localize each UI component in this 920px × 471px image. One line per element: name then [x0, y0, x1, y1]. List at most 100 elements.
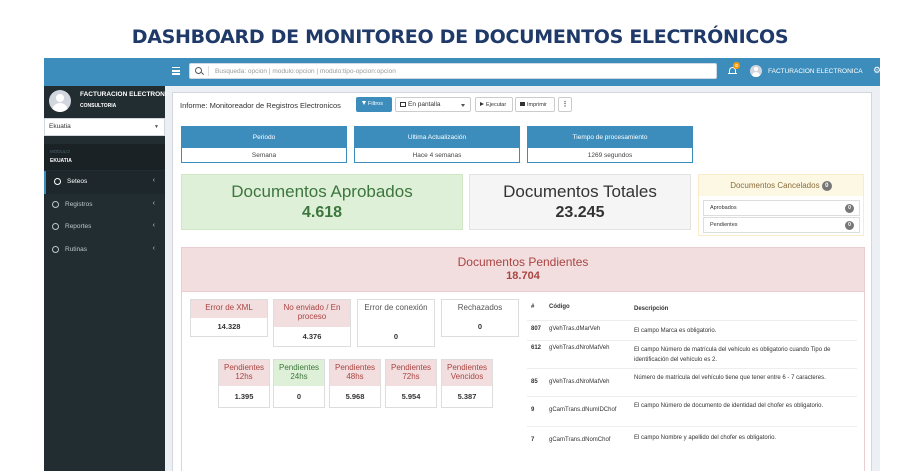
kpi-title: Documentos Aprobados — [231, 182, 413, 201]
pending-header: Documentos Pendientes 18.704 — [182, 248, 864, 292]
age-value: 0 — [296, 392, 302, 401]
print-label: Imprimir — [527, 102, 547, 108]
kpi-title: Documentos Totales — [503, 182, 657, 201]
menu-toggle-icon[interactable] — [172, 67, 180, 75]
search-box — [189, 63, 717, 79]
age-label: Pendientes 24hs — [274, 360, 324, 386]
age-value: 1.395 — [234, 392, 254, 401]
age-label: Pendientes 12hs — [219, 360, 269, 386]
sidebar-item-label: Seteos — [67, 178, 88, 185]
age-label: Pendientes Vencidos — [442, 360, 492, 386]
table-row: 7 gCamTrans.dNomChof El campo Nombre y a… — [527, 426, 857, 446]
table-row: 807 gVehTras.dMarVeh El campo Marca es o… — [527, 320, 857, 340]
status-label: Rechazados — [442, 300, 518, 318]
chevron-left-icon: ‹ — [152, 222, 155, 229]
module-label: MODULO — [50, 149, 70, 154]
kpi-value: 4.618 — [301, 204, 343, 221]
status-error-xml: Error de XML 14.328 — [190, 299, 268, 337]
row-code: gVehTras.dNroMatVeh — [549, 345, 610, 351]
age-label: Pendientes 48hs — [330, 360, 380, 386]
gear-icon[interactable]: ⚙ — [873, 65, 880, 76]
sidebar-module: MODULO EKUATIA — [44, 144, 165, 170]
age-value: 5.387 — [457, 392, 477, 401]
company-select-value: Ekuatia — [49, 123, 71, 130]
notification-badge: 0 — [733, 62, 740, 69]
info-value: Hace 4 semanas — [412, 152, 462, 159]
sidebar-item-reportes[interactable]: Reportes ‹ — [44, 216, 165, 239]
search-divider — [208, 66, 209, 76]
row-code: gCamTrans.dNomChof — [549, 437, 611, 443]
status-value: 0 — [477, 322, 483, 331]
chevron-down-icon: ▼ — [154, 124, 159, 130]
avatar — [49, 90, 71, 112]
sidebar: FACTURACION ELECTRONI CONSULTORIA Ekuati… — [44, 58, 167, 471]
info-value: Semana — [251, 152, 277, 159]
status-value: 4.376 — [302, 332, 322, 341]
pending-title: Documentos Pendientes — [457, 255, 589, 269]
row-count: 85 — [531, 379, 538, 385]
circle-icon — [52, 223, 59, 230]
status-label: No enviado / En proceso — [274, 300, 350, 327]
top-header: 0 FACTURACION ELECTRONICA ⚙ — [165, 58, 880, 86]
cancelled-row-badge: 0 — [845, 221, 854, 230]
status-no-enviado: No enviado / En proceso 4.376 — [273, 299, 351, 347]
sidebar-item-rutinas[interactable]: Rutinas ‹ — [44, 239, 165, 262]
company-select[interactable]: Ekuatia ▼ — [44, 118, 165, 136]
run-button[interactable]: Ejecutar — [475, 97, 513, 112]
sidebar-item-seteos[interactable]: Seteos ‹ — [44, 171, 165, 194]
display-select-value: En pantalla — [408, 101, 441, 108]
cancelled-badge: 0 — [821, 181, 832, 191]
header-number: # — [531, 304, 535, 310]
filter-icon — [362, 101, 366, 105]
search-input[interactable] — [215, 65, 710, 77]
circle-icon — [54, 178, 61, 185]
age-pendientes-12hs: Pendientes 12hs 1.395 — [218, 359, 270, 408]
cancelled-row-pendientes: Pendientes 0 — [703, 217, 860, 233]
search-icon[interactable] — [195, 67, 202, 74]
page-title: DASHBOARD DE MONITOREO DE DOCUMENTOS ELE… — [131, 26, 789, 48]
chevron-left-icon: ‹ — [152, 200, 155, 207]
module-value: EKUATIA — [50, 158, 72, 164]
cancelled-row-badge: 0 — [845, 204, 854, 213]
row-description: Número de matrícula del vehículo tiene q… — [634, 375, 826, 381]
info-ultima-actualizacion: Ultima Actualización Hace 4 semanas — [354, 126, 520, 163]
kpi-cancelled: Documentos Cancelados 0 Aprobados 0 Pend… — [698, 174, 864, 236]
age-value: 5.954 — [401, 392, 421, 401]
chevron-left-icon: ‹ — [152, 245, 155, 252]
play-icon — [480, 102, 484, 106]
sidebar-item-label: Rutinas — [65, 246, 88, 253]
user-avatar[interactable] — [750, 65, 762, 77]
age-pendientes-72hs: Pendientes 72hs 5.954 — [385, 359, 437, 408]
table-row: 612 gVehTras.dNroMatVeh El campo Número … — [527, 340, 857, 368]
cancelled-title: Documentos Cancelados — [730, 181, 820, 190]
row-description: El campo Número de documento de identida… — [634, 403, 824, 409]
run-label: Ejecutar — [486, 102, 507, 108]
status-error-conexion: Error de conexión 0 — [357, 299, 435, 347]
user-menu[interactable]: FACTURACION ELECTRONICA — [768, 68, 863, 75]
row-code: gVehTras.dNroMatVeh — [549, 379, 610, 385]
cancelled-row-label: Aprobados — [710, 205, 737, 211]
info-tiempo-procesamiento: Tiempo de procesamiento 1269 segundos — [527, 126, 693, 163]
status-label: Error de XML — [191, 300, 267, 318]
kpi-value: 23.245 — [555, 204, 605, 221]
row-description: El campo Número de matrícula del vehícul… — [634, 347, 831, 363]
info-periodo: Periodo Semana — [181, 126, 347, 163]
monitor-icon — [400, 102, 406, 107]
age-pendientes-24hs: Pendientes 24hs 0 — [273, 359, 325, 408]
row-code: gCamTrans.dNumIDChof — [549, 407, 617, 413]
kpi-total: Documentos Totales 23.245 — [469, 174, 691, 230]
display-select[interactable]: En pantalla — [395, 97, 471, 112]
cancelled-row-aprobados: Aprobados 0 — [703, 200, 860, 216]
more-options-icon[interactable]: ⋮ — [558, 97, 572, 112]
info-title: Ultima Actualización — [355, 127, 519, 148]
sidebar-item-registros[interactable]: Registros ‹ — [44, 194, 165, 217]
info-title: Tiempo de procesamiento — [528, 127, 692, 148]
age-value: 5.968 — [345, 392, 365, 401]
filters-button[interactable]: Filtros — [356, 97, 392, 112]
report-label: Informe: Monitoreador de Registros Elect… — [180, 101, 341, 110]
row-code: gVehTras.dMarVeh — [549, 326, 601, 332]
sidebar-item-label: Registros — [65, 201, 93, 208]
row-count: 807 — [531, 326, 542, 332]
print-button[interactable]: Imprimir — [515, 97, 555, 112]
chevron-left-icon: ‹ — [152, 177, 155, 184]
